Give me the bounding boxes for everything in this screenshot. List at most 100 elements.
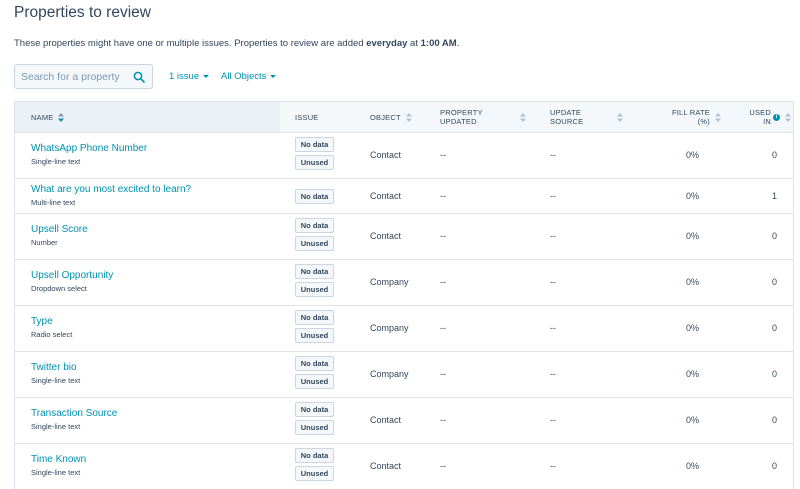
property-field-type: Single-line text: [31, 468, 81, 477]
property-updated-cell: --: [440, 277, 446, 287]
issue-tags: No data: [295, 188, 334, 207]
issue-tag: No data: [295, 137, 334, 152]
sort-ascending-icon[interactable]: [58, 112, 65, 122]
object-cell: Company: [370, 369, 409, 379]
fill-rate-cell: 0%: [685, 150, 699, 160]
property-name-cell: Type Radio select: [31, 316, 72, 339]
sort-icon[interactable]: [405, 112, 412, 122]
object-filter-dropdown[interactable]: All Objects: [221, 71, 277, 82]
column-header-label: IN: [763, 117, 771, 126]
used-in-cell: 0: [771, 369, 777, 379]
update-source-cell: --: [550, 231, 556, 241]
page-title: Properties to review: [14, 4, 151, 21]
used-in-cell: 0: [771, 461, 777, 471]
update-source-cell: --: [550, 369, 556, 379]
used-in-cell: 1: [771, 190, 777, 201]
object-cell: Contact: [370, 150, 402, 160]
fill-rate-cell: 0%: [685, 461, 699, 471]
property-name-link[interactable]: Twitter bio: [31, 362, 80, 373]
chevron-down-icon: [203, 74, 210, 78]
issue-tags: No data Unused: [295, 402, 334, 438]
property-updated-cell: --: [440, 231, 446, 241]
property-field-type: Dropdown select: [31, 284, 87, 293]
properties-table: NAME ISSUE OBJECT PROPERTY UPDATED UPDATE…: [14, 101, 794, 489]
issue-filter-dropdown[interactable]: 1 issue: [169, 71, 210, 82]
table-header: NAME ISSUE OBJECT PROPERTY UPDATED UPDATE…: [15, 102, 793, 133]
property-name-cell: Twitter bio Single-line text: [31, 362, 80, 385]
property-name-link[interactable]: Time Known: [31, 454, 86, 465]
object-cell: Contact: [370, 190, 402, 201]
sort-icon[interactable]: [617, 112, 623, 122]
search-input[interactable]: [15, 65, 127, 88]
table-row: WhatsApp Phone Number Single-line text No …: [15, 133, 793, 179]
table-row: Twitter bio Single-line text No data Unused…: [15, 352, 793, 398]
update-source-cell: --: [550, 461, 556, 471]
property-name-link[interactable]: Upsell Score: [31, 224, 88, 235]
page-description: These properties might have one or multi…: [14, 38, 459, 49]
property-updated-cell: --: [440, 190, 446, 201]
column-header-object[interactable]: OBJECT: [370, 102, 412, 132]
fill-rate-cell: 0%: [685, 277, 699, 287]
issue-tag: No data: [295, 188, 334, 204]
property-field-type: Single-line text: [31, 157, 81, 166]
fill-rate-cell: 0%: [685, 369, 699, 379]
property-name-link[interactable]: Type: [31, 316, 72, 327]
search-icon[interactable]: [133, 71, 145, 83]
issue-tag: Unused: [295, 155, 334, 170]
table-row: Upsell Score Number No data Unused Contact --…: [15, 214, 793, 260]
fill-rate-cell: 0%: [685, 323, 699, 333]
fill-rate-cell: 0%: [685, 415, 699, 425]
column-header-label: NAME: [31, 112, 54, 122]
sort-icon[interactable]: [715, 112, 721, 122]
property-updated-cell: --: [440, 323, 446, 333]
issue-tag: Unused: [295, 420, 334, 435]
property-name-link[interactable]: Upsell Opportunity: [31, 270, 113, 281]
info-icon[interactable]: i: [773, 113, 780, 121]
issue-tag: Unused: [295, 374, 334, 389]
column-header-fill-rate[interactable]: FILL RATE (%): [651, 102, 721, 132]
column-header-label: USED: [749, 108, 771, 117]
issue-tag: Unused: [295, 328, 334, 343]
table-row: Type Radio select No data Unused Company -- --…: [15, 306, 793, 352]
column-header-update-source[interactable]: UPDATE SOURCE: [550, 102, 640, 132]
update-source-cell: --: [550, 415, 556, 425]
table-body: WhatsApp Phone Number Single-line text No …: [15, 133, 793, 489]
sort-icon[interactable]: [785, 112, 791, 122]
issue-tag: Unused: [295, 466, 334, 481]
column-header-property-updated[interactable]: PROPERTY UPDATED: [440, 102, 530, 132]
property-name-link[interactable]: WhatsApp Phone Number: [31, 143, 147, 154]
column-header-name[interactable]: NAME: [15, 102, 280, 132]
property-name-link[interactable]: What are you most excited to learn?: [31, 184, 191, 195]
property-name-cell: What are you most excited to learn? Multi…: [31, 184, 191, 207]
column-header-used-in[interactable]: USED IN i: [731, 102, 791, 132]
object-cell: Company: [370, 323, 409, 333]
issue-tag: Unused: [295, 236, 334, 251]
issue-tags: No data Unused: [295, 264, 334, 300]
property-updated-cell: --: [440, 415, 446, 425]
table-row: Transaction Source Single-line text No dat…: [15, 398, 793, 444]
used-in-cell: 0: [771, 231, 777, 241]
chevron-down-icon: [270, 74, 277, 78]
property-name-link[interactable]: Transaction Source: [31, 408, 117, 419]
update-source-cell: --: [550, 150, 556, 160]
property-field-type: Multi-line text: [31, 197, 76, 207]
issue-filter-label: 1 issue: [169, 71, 200, 82]
description-text: These properties might have one or multi…: [14, 38, 367, 49]
issue-tag: No data: [295, 448, 334, 463]
description-text-mid: at: [407, 38, 421, 49]
column-header-label: SOURCE: [550, 117, 584, 126]
property-name-cell: Transaction Source Single-line text: [31, 408, 117, 431]
search-box[interactable]: [14, 64, 153, 89]
column-header-label: PROPERTY: [440, 108, 483, 117]
property-field-type: Number: [31, 238, 58, 247]
column-header-label: OBJECT: [370, 112, 401, 122]
issue-tag: No data: [295, 310, 334, 325]
sort-icon[interactable]: [520, 112, 526, 122]
table-row: What are you most excited to learn? Multi…: [15, 179, 793, 214]
table-row: Upsell Opportunity Dropdown select No data…: [15, 260, 793, 306]
property-name-cell: Upsell Score Number: [31, 224, 88, 247]
issue-tag: No data: [295, 402, 334, 417]
used-in-cell: 0: [771, 323, 777, 333]
fill-rate-cell: 0%: [685, 190, 699, 201]
object-cell: Contact: [370, 461, 402, 471]
